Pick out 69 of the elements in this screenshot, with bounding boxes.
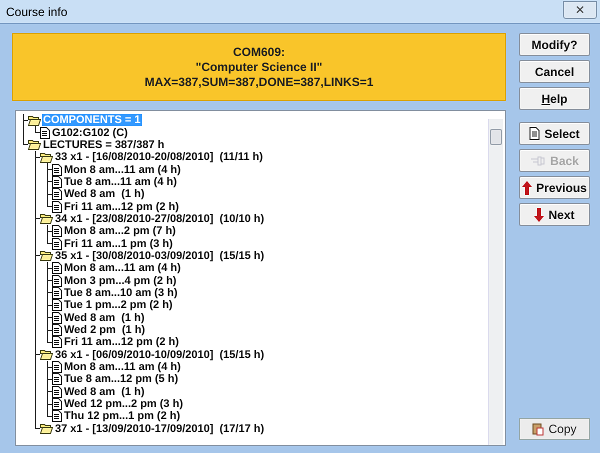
document-icon — [52, 225, 62, 238]
document-icon — [52, 200, 62, 213]
up-arrow-icon — [522, 180, 532, 194]
tree-item[interactable]: 35 x1 - [30/08/2010-03/09/2010] (15/15 h) — [54, 250, 266, 262]
folder-icon — [40, 423, 53, 434]
dialog-button[interactable]: Cancel — [519, 60, 590, 83]
header-line: COM609: — [232, 44, 285, 60]
tree-item[interactable]: Mon 8 am...11 am (4 h) — [63, 361, 182, 374]
tree-item[interactable]: 34 x1 - [23/08/2010-27/08/2010] (10/10 h) — [54, 212, 266, 225]
tree-item[interactable]: G102:G102 (C) — [51, 126, 129, 139]
document-icon — [529, 127, 540, 140]
nav-button[interactable]: Next — [519, 203, 590, 226]
document-icon — [52, 324, 62, 336]
scrollbar[interactable] — [488, 119, 503, 445]
scrollbar-thumb[interactable] — [490, 129, 502, 145]
tree-item[interactable]: Wed 8 am (1 h) — [63, 386, 146, 398]
document-icon — [52, 176, 62, 188]
document-icon — [52, 336, 62, 348]
document-icon — [52, 373, 62, 386]
document-icon — [52, 312, 62, 324]
nav-button[interactable]: Previous — [519, 176, 590, 199]
nav-button[interactable]: Select — [519, 122, 590, 145]
document-icon — [52, 386, 62, 398]
tree-item[interactable]: 37 x1 - [13/09/2010-17/09/2010] (17/17 h) — [54, 422, 266, 435]
tree-item[interactable]: Fri 11 am...12 pm (2 h) — [63, 200, 180, 213]
tree-item[interactable]: Tue 1 pm...2 pm (2 h) — [63, 299, 174, 312]
folder-icon — [40, 213, 53, 224]
document-icon — [52, 164, 62, 176]
tree-item[interactable]: 33 x1 - [16/08/2010-20/08/2010] (11/11 h) — [54, 151, 264, 164]
tree-item[interactable]: Mon 8 am...11 am (4 h) — [63, 262, 182, 274]
tree-item[interactable]: Wed 8 am (1 h) — [63, 312, 146, 324]
tree-item[interactable]: 36 x1 - [06/09/2010-10/09/2010] (15/15 h) — [54, 348, 266, 361]
tree-item[interactable]: Tue 8 am...11 am (4 h) — [63, 176, 178, 188]
folder-icon — [28, 139, 41, 150]
tree-item[interactable]: Wed 8 am (1 h) — [63, 188, 146, 200]
document-icon — [52, 188, 62, 200]
tree-item[interactable]: LECTURES = 387/387 h — [42, 138, 166, 151]
tree-item[interactable]: Thu 12 pm...1 pm (2 h) — [63, 410, 182, 422]
document-icon — [52, 238, 62, 250]
dialog-button[interactable]: Modify? — [519, 33, 590, 56]
header-line: "Computer Science II" — [196, 60, 322, 74]
close-button[interactable]: ✕ — [563, 0, 597, 18]
document-icon — [52, 361, 62, 374]
window-title: Course info — [6, 4, 68, 20]
folder-icon — [40, 250, 53, 262]
clipboard-icon — [532, 422, 544, 436]
header-line: MAX=387,SUM=387,DONE=387,LINKS=1 — [144, 74, 374, 90]
tree-item[interactable]: Fri 11 am...1 pm (3 h) — [63, 238, 174, 250]
tree-item[interactable]: Wed 12 pm...2 pm (3 h) — [63, 398, 184, 410]
tree-item[interactable]: Fri 11 am...12 pm (2 h) — [63, 336, 180, 348]
copy-button[interactable]: Copy — [519, 418, 590, 440]
folder-icon — [40, 349, 53, 360]
tree-item[interactable]: Tue 8 am...10 am (3 h) — [63, 286, 179, 299]
dialog-button[interactable]: Help — [519, 87, 590, 110]
folder-icon — [40, 152, 53, 163]
tree-item[interactable]: Wed 2 pm (1 h) — [63, 324, 146, 336]
tree-item[interactable]: Mon 8 am...11 am (4 h) — [63, 164, 182, 176]
document-icon — [52, 398, 62, 410]
document-icon — [52, 299, 62, 312]
tree-item[interactable]: Mon 8 am...2 pm (7 h) — [63, 225, 177, 238]
down-arrow-icon — [534, 208, 544, 222]
document-icon — [52, 274, 62, 287]
document-icon — [52, 410, 62, 422]
document-icon — [40, 126, 50, 139]
document-icon — [52, 262, 62, 274]
tree-item[interactable]: Mon 3 pm...4 pm (2 h) — [63, 274, 178, 287]
tree-item[interactable]: Tue 8 am...12 pm (5 h) — [63, 373, 180, 386]
folder-icon — [28, 114, 41, 126]
document-icon — [52, 286, 62, 299]
